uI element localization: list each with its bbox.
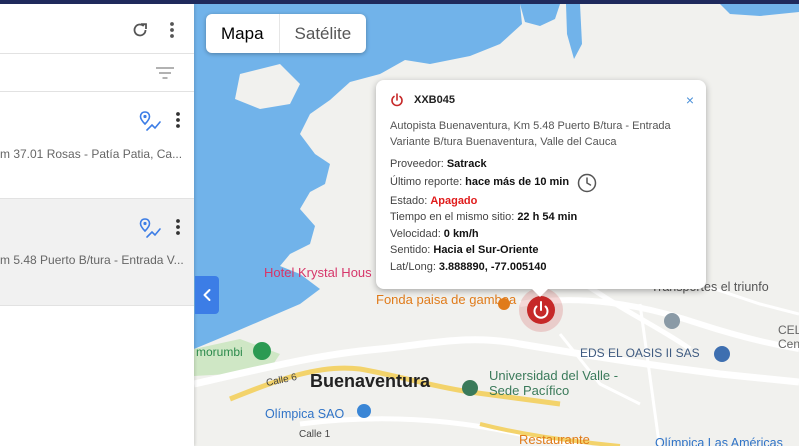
- refresh-icon[interactable]: [131, 21, 149, 39]
- info-header: XXB045: [390, 93, 692, 107]
- street-calle1-label: Calle 1: [299, 429, 331, 440]
- vehicle-address: Autopista Buenaventura, Km 5.48 Puerto B…: [390, 120, 671, 148]
- map-type-control: Mapa Satélite: [206, 14, 367, 53]
- shop-pin-icon: [357, 404, 371, 418]
- info-row-provider: Proveedor: Satrack: [390, 156, 692, 173]
- poi-olimpica-label[interactable]: Olímpica SAO: [265, 407, 344, 421]
- info-row-speed: Velocidad: 0 km/h: [390, 226, 692, 243]
- vehicle-info-window: XXB045 × Autopista Buenaventura, Km 5.48…: [376, 80, 706, 297]
- vehicle-plate: XXB045: [414, 94, 455, 106]
- panel-filter-bar: [0, 54, 194, 92]
- filter-list-icon[interactable]: [155, 66, 175, 80]
- more-vert-icon[interactable]: [172, 110, 184, 130]
- vehicle-list-panel: m 37.01 Rosas - Patía Patia, Ca... m 5.4…: [0, 4, 194, 446]
- info-label: Último reporte:: [390, 176, 463, 189]
- poi-cel-line2: Centr: [778, 337, 799, 351]
- poi-olimpica2-label[interactable]: Olímpica Las Américas: [655, 436, 783, 446]
- poi-fonda-label[interactable]: Fonda paisa de gamboa: [376, 292, 516, 307]
- vehicle-list-item-selected[interactable]: m 5.48 Puerto B/tura - Entrada V...: [0, 199, 194, 306]
- info-row-last-report: Último reporte: hace más de 10 min: [390, 173, 692, 193]
- info-value: Satrack: [446, 158, 487, 170]
- water-channel: [566, 4, 582, 59]
- power-icon: [391, 93, 403, 107]
- water-river: [720, 4, 799, 16]
- info-value: 22 h 54 min: [517, 211, 578, 223]
- poi-hotel-label[interactable]: Hotel Krystal Hous: [264, 265, 372, 280]
- poi-university-line1: Universidad del Valle -: [489, 368, 619, 383]
- poi-morumbi-label[interactable]: morumbi: [196, 345, 243, 359]
- info-label: Estado:: [390, 194, 428, 207]
- info-label: Proveedor:: [390, 158, 444, 170]
- poi-university-label[interactable]: Universidad del Valle - Sede Pacífico: [489, 368, 618, 398]
- vehicle-address: m 5.48 Puerto B/tura - Entrada V...: [0, 253, 184, 267]
- info-value: hace más de 10 min: [465, 176, 570, 189]
- info-label: Sentido:: [390, 244, 431, 256]
- info-label: Lat/Long:: [390, 260, 436, 273]
- map-type-satellite-button[interactable]: Satélite: [280, 14, 367, 53]
- map-type-map-button[interactable]: Mapa: [206, 14, 280, 53]
- info-label: Tiempo en el mismo sitio:: [390, 211, 515, 223]
- status-badge: Apagado: [430, 194, 478, 207]
- poi-cel-line1: CEL: [778, 323, 799, 337]
- info-value: Hacia el Sur-Oriente: [433, 244, 539, 256]
- collapse-panel-button[interactable]: [195, 276, 219, 314]
- transport-pin-icon: [664, 313, 680, 329]
- poi-restaurante-label[interactable]: Restaurante: [519, 432, 590, 446]
- poi-eds-label[interactable]: EDS EL OASIS II SAS: [580, 346, 700, 360]
- panel-header: [0, 4, 194, 54]
- info-row-latlong: Lat/Long: 3.888890, -77.005140: [390, 259, 692, 276]
- vehicle-address: m 37.01 Rosas - Patía Patia, Ca...: [0, 147, 183, 161]
- chevron-left-icon: [203, 289, 211, 301]
- university-pin-icon: [462, 380, 478, 396]
- clock-icon[interactable]: [577, 173, 597, 193]
- gas-pin-icon: [714, 346, 730, 362]
- info-row-time-same-place: Tiempo en el mismo sitio: 22 h 54 min: [390, 209, 692, 226]
- water-inlet: [520, 4, 560, 26]
- route-icon[interactable]: [138, 217, 162, 241]
- poi-cel-label[interactable]: CELCentr: [778, 323, 799, 351]
- close-icon[interactable]: ×: [686, 92, 694, 108]
- more-vert-icon[interactable]: [172, 217, 184, 237]
- poi-university-line2: Sede Pacífico: [489, 383, 570, 398]
- top-accent-bar: [0, 0, 799, 4]
- route-icon[interactable]: [138, 110, 162, 134]
- info-value: 3.888890, -77.005140: [438, 260, 547, 273]
- city-label: Buenaventura: [310, 371, 431, 391]
- info-row-status: Estado: Apagado: [390, 193, 692, 210]
- vehicle-list-item[interactable]: m 37.01 Rosas - Patía Patia, Ca...: [0, 92, 194, 199]
- info-value: 0 km/h: [443, 227, 479, 240]
- info-label: Velocidad:: [390, 227, 441, 240]
- more-vert-icon[interactable]: [166, 20, 178, 40]
- info-row-direction: Sentido: Hacia el Sur-Oriente: [390, 242, 692, 259]
- park-pin-icon: [253, 342, 271, 360]
